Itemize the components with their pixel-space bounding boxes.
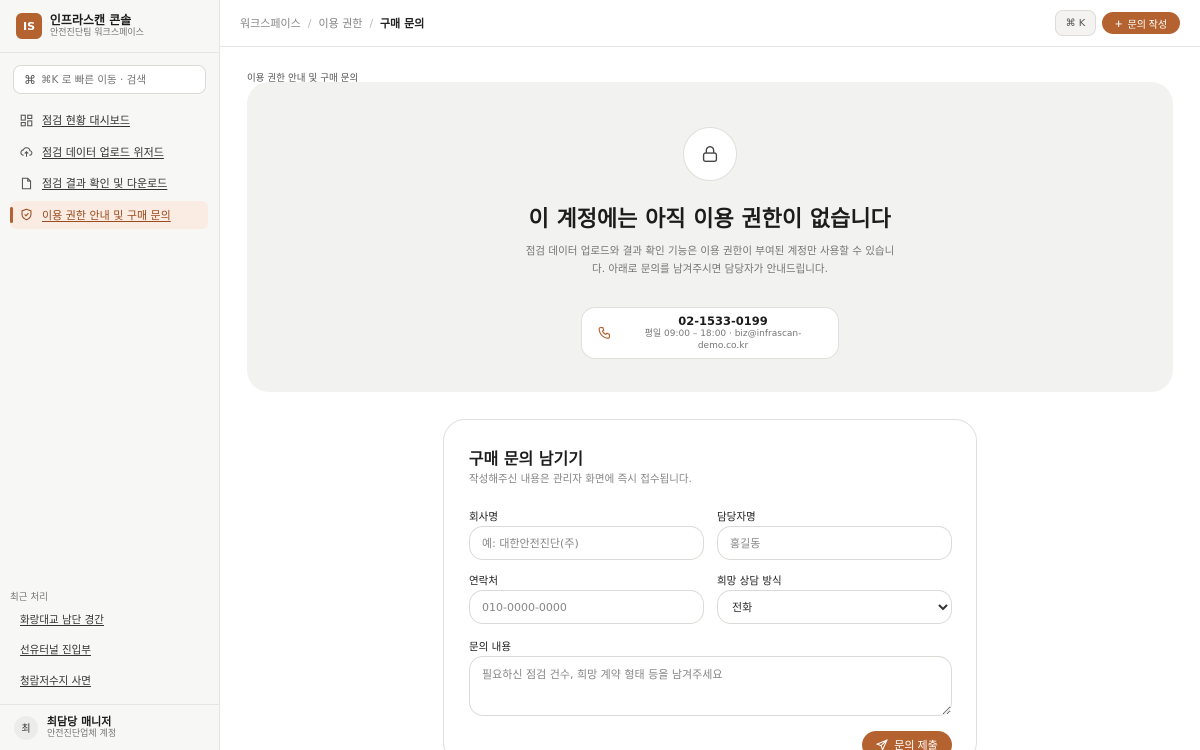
search-box[interactable]: ⌘ xyxy=(13,65,206,94)
sidebar-item-upload[interactable]: 점검 데이터 업로드 위저드 xyxy=(10,138,208,166)
user-org: 안전진단업체 계정 xyxy=(47,729,117,740)
recent-list: 화랑대교 남단 경간 선유터널 진입부 청람저수지 사면 xyxy=(10,606,208,698)
recent-item[interactable]: 청람저수지 사면 xyxy=(10,667,208,693)
submit-button[interactable]: 문의 제출 xyxy=(862,731,952,750)
no-access-title: 이 계정에는 아직 이용 권한이 없습니다 xyxy=(528,206,892,232)
sidebar-item-label: 이용 권한 안내 및 구매 문의 xyxy=(42,208,171,222)
plus-icon: + xyxy=(1114,15,1123,31)
sidebar-item-label: 점검 결과 확인 및 다운로드 xyxy=(42,177,168,190)
send-icon xyxy=(876,739,889,750)
contact-phone: 02-1533-0199 xyxy=(678,314,768,329)
sidebar-item-label: 점검 데이터 업로드 위저드 xyxy=(42,145,164,159)
sidebar-nav: 점검 현황 대시보드 점검 데이터 업로드 위저드 점검 결과 확인 및 다운로… xyxy=(10,106,208,232)
breadcrumb-workspace[interactable]: 워크스페이스 xyxy=(240,15,301,31)
sidebar-item-dashboard[interactable]: 점검 현황 대시보드 xyxy=(10,106,208,134)
contact-hours: 평일 09:00 – 18:00 · biz@infrascan-demo.co… xyxy=(644,329,802,351)
contact-label: 연락처 xyxy=(469,575,498,587)
manager-field[interactable] xyxy=(717,526,952,560)
no-access-panel: 이 계정에는 아직 이용 권한이 없습니다 점검 데이터 업로드와 결과 확인 … xyxy=(247,82,1173,392)
form-title: 구매 문의 남기기 xyxy=(469,449,584,468)
upload-cloud-icon xyxy=(20,147,33,157)
recent-section-title: 최근 처리 xyxy=(10,592,48,603)
brand-name: 인프라스캔 콘솔 xyxy=(50,12,132,27)
recent-item[interactable]: 선유터널 진입부 xyxy=(10,637,208,663)
no-access-description: 점검 데이터 업로드와 결과 확인 기능은 이용 권한이 부여된 계정만 사용할… xyxy=(525,245,895,275)
method-select[interactable]: 전화 xyxy=(717,590,952,624)
avatar: 최 xyxy=(14,715,38,740)
recent-item[interactable]: 화랑대교 남단 경간 xyxy=(10,606,208,632)
shield-icon xyxy=(21,208,32,221)
breadcrumb-access[interactable]: 이용 권한 xyxy=(318,15,362,31)
search-input[interactable] xyxy=(41,73,201,86)
file-icon xyxy=(21,177,32,189)
brand-header: IS 인프라스캔 콘솔 안전진단팀 워크스페이스 xyxy=(0,0,219,53)
brand-logo: IS xyxy=(16,13,42,39)
breadcrumb-separator: / xyxy=(307,16,312,30)
command-icon: ⌘ xyxy=(24,72,36,87)
brand-subtitle: 안전진단팀 워크스페이스 xyxy=(50,28,144,39)
message-label: 문의 내용 xyxy=(469,641,511,653)
user-profile[interactable]: 최 최담당 매니저 안전진단업체 계정 xyxy=(0,704,219,750)
contact-card[interactable]: 02-1533-0199 평일 09:00 – 18:00 · biz@infr… xyxy=(581,307,839,359)
sidebar: IS 인프라스캔 콘솔 안전진단팀 워크스페이스 ⌘ 점검 현황 대시보드 점검… xyxy=(0,0,220,750)
message-field[interactable] xyxy=(469,656,952,716)
form-subtitle: 작성해주신 내용은 관리자 화면에 즉시 접수됩니다. xyxy=(469,473,692,485)
new-inquiry-label: 문의 작성 xyxy=(1127,19,1168,31)
contact-field[interactable] xyxy=(469,590,704,624)
lock-icon xyxy=(702,145,718,163)
breadcrumb-current: 구매 문의 xyxy=(380,17,425,30)
lock-badge xyxy=(683,127,737,181)
company-field[interactable] xyxy=(469,526,704,560)
manager-label: 담당자명 xyxy=(717,511,756,523)
phone-icon xyxy=(598,327,611,339)
sidebar-item-label: 점검 현황 대시보드 xyxy=(42,114,130,127)
brand-text: 인프라스캔 콘솔 안전진단팀 워크스페이스 xyxy=(50,13,144,39)
submit-label: 문의 제출 xyxy=(894,740,938,750)
dashboard-icon xyxy=(20,114,33,126)
user-name: 최담당 매니저 xyxy=(47,715,112,728)
breadcrumb-separator: / xyxy=(369,16,374,30)
method-label: 희망 상담 방식 xyxy=(717,575,782,587)
command-palette-button[interactable]: ⌘ K xyxy=(1055,10,1096,36)
inquiry-form: 구매 문의 남기기 작성해주신 내용은 관리자 화면에 즉시 접수됩니다. 회사… xyxy=(443,419,977,750)
sidebar-item-results[interactable]: 점검 결과 확인 및 다운로드 xyxy=(10,169,208,197)
new-inquiry-button[interactable]: + 문의 작성 xyxy=(1102,12,1180,34)
user-text: 최담당 매니저 안전진단업체 계정 xyxy=(47,715,116,740)
breadcrumb: 워크스페이스 / 이용 권한 / 구매 문의 xyxy=(240,15,424,31)
company-label: 회사명 xyxy=(469,511,498,523)
sidebar-item-access[interactable]: 이용 권한 안내 및 구매 문의 xyxy=(10,200,208,229)
contact-text: 02-1533-0199 평일 09:00 – 18:00 · biz@infr… xyxy=(623,314,823,352)
top-bar: 워크스페이스 / 이용 권한 / 구매 문의 ⌘ K + 문의 작성 xyxy=(220,0,1200,47)
